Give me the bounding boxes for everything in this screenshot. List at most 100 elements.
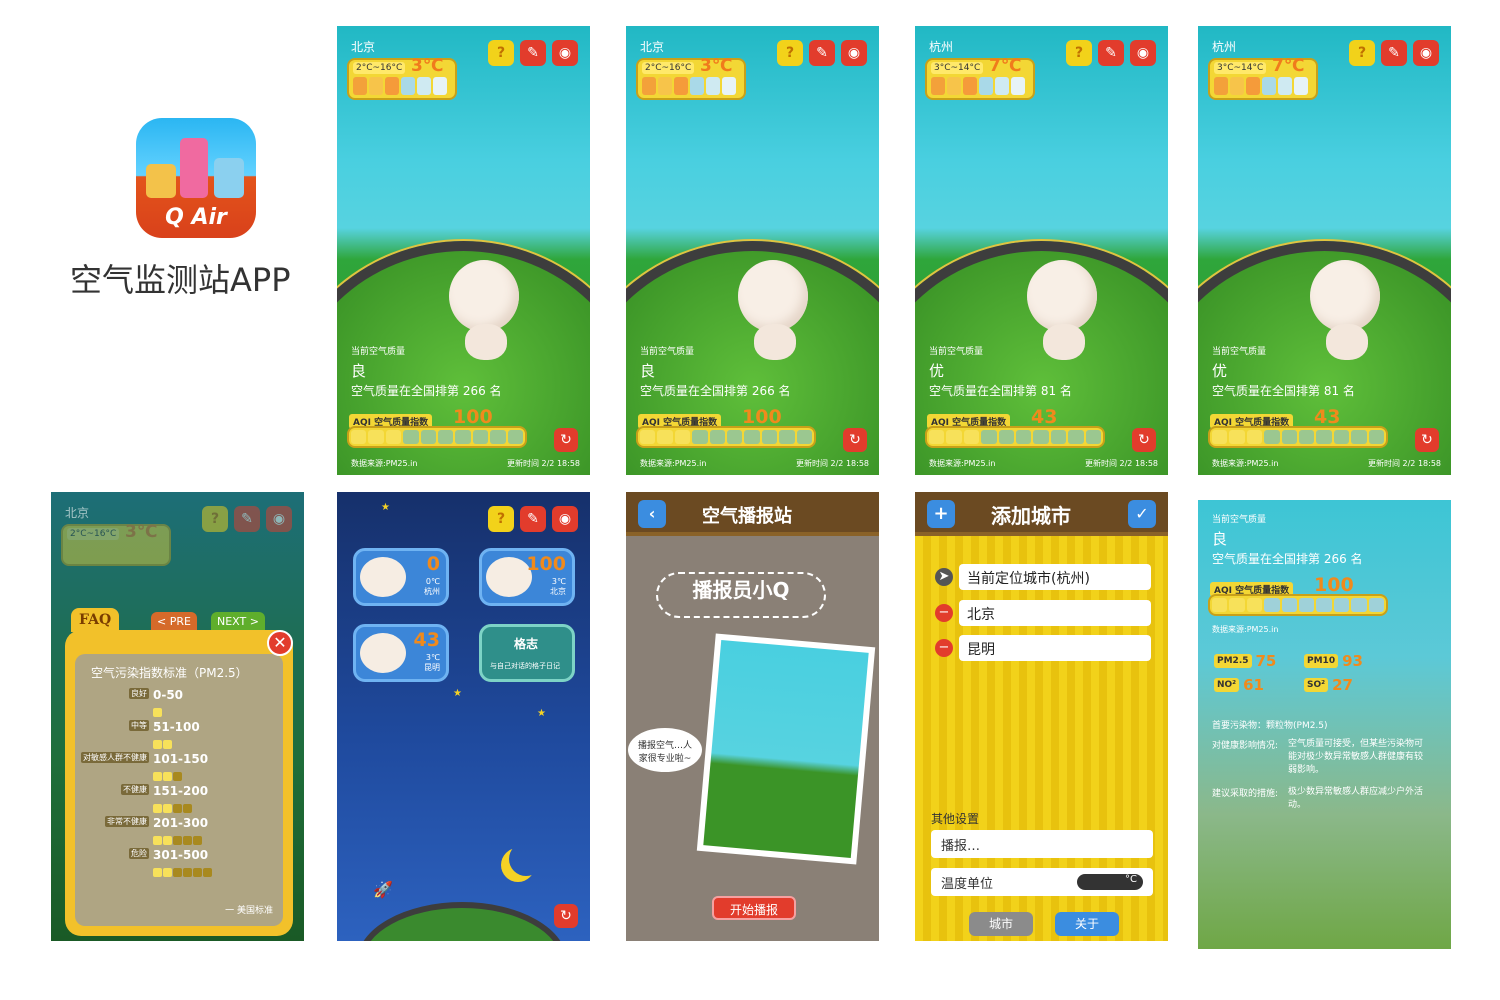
close-icon[interactable]: ✕ [267,630,293,656]
quality-level: 优 [929,362,945,380]
location-icon: ➤ [935,568,953,586]
refresh-button[interactable]: ↻ [843,428,867,452]
share-button[interactable]: ◉ [1413,40,1439,66]
app-logo: Q Air [136,118,256,238]
help-button[interactable]: ? [1349,40,1375,66]
settings-button[interactable]: ✎ [234,506,260,532]
update-time: 更新时间 2/2 18:58 [506,459,580,468]
refresh-button[interactable]: ↻ [554,428,578,452]
broadcast-title: 空气播报站 [702,506,792,527]
temp-panel: 3°C~14°C 7℃ [1208,56,1318,100]
update-time: 更新时间 2/2 18:58 [1367,459,1441,468]
back-button[interactable]: ‹ [638,500,666,528]
settings-button[interactable]: ✎ [520,40,546,66]
aqi-bar: AQI 空气质量指数 100 [347,406,527,452]
remove-icon[interactable]: − [935,604,953,622]
data-source: 数据来源:PM25.in [351,459,418,468]
refresh-button[interactable]: ↻ [554,904,578,928]
aqi-bar: AQI 空气质量指数 100 [636,406,816,452]
pre-tab[interactable]: < PRE [151,612,197,631]
share-button[interactable]: ◉ [552,40,578,66]
quality-rank: 空气质量在全国排第 266 名 [640,384,791,398]
refresh-button[interactable]: ↻ [1132,428,1156,452]
faq-screen: 北京 ? ✎ ◉ 2°C~16°C 3℃ FAQ < PRE NEXT > 空气… [51,492,304,941]
share-button[interactable]: ◉ [1130,40,1156,66]
faq-row: 对敏感人群不健康 101-150 [75,752,208,785]
quality-label: 当前空气质量 [1212,347,1267,357]
faq-footer: 一 美国标准 [225,906,273,916]
ad-card[interactable]: 格志 与自己对话的格子日记 [479,624,575,682]
ad-title: 格志 [514,637,539,651]
moon-icon [509,842,543,876]
help-button[interactable]: ? [777,40,803,66]
settings-button[interactable]: ✎ [1098,40,1124,66]
aqi-bar: AQI 空气质量指数 43 [1208,406,1388,452]
bear-mascot [1027,260,1097,332]
confirm-icon[interactable]: ✓ [1128,500,1156,528]
city-card-kunming[interactable]: 43 3℃ 昆明 [353,624,449,682]
city-grid-screen: ? ✎ ◉ ★ ★ ★ 0 0℃ 杭州 100 3℃ 北京 43 3℃ 昆明 格志 与… [337,492,590,941]
speech-bubble: 播报空气…人家很专业啦~ [628,728,702,772]
star-icon: ★ [381,502,390,513]
add-city-title: 添加城市 [991,504,1071,528]
update-time: 更新时间 2/2 18:58 [795,459,869,468]
temp-current: 3℃ [700,56,733,76]
bear-icon [360,633,406,673]
city-row-beijing[interactable]: − 北京 [929,600,1155,626]
data-source: 数据来源:PM25.in [929,459,996,468]
settings-button[interactable]: ✎ [1381,40,1407,66]
share-button[interactable]: ◉ [266,506,292,532]
faq-row: 非常不健康 201-300 [75,816,208,849]
temp-panel: 2°C~16°C 3℃ [636,56,746,100]
temp-current: 7℃ [989,56,1022,76]
refresh-button[interactable]: ↻ [1415,428,1439,452]
bear-body [465,324,507,360]
city-card-beijing[interactable]: 100 3℃ 北京 [479,548,575,606]
quality-label: 当前空气质量 [929,347,984,357]
advice-label: 建议采取的措施: [1212,789,1279,799]
quality-level: 良 [351,362,367,380]
settings-button[interactable]: ✎ [809,40,835,66]
share-button[interactable]: ◉ [552,506,578,532]
advice-text: 极少数异常敏感人群应减少户外活动。 [1288,787,1424,810]
help-button[interactable]: ? [1066,40,1092,66]
help-button[interactable]: ? [202,506,228,532]
temp-current: 7℃ [1272,56,1305,76]
pm25-value: PM2.5 75 [1214,652,1276,670]
update-time: 更新时间 2/2 18:58 [1084,459,1158,468]
bear-mascot [449,260,519,332]
quality-level: 良 [1212,530,1228,548]
temp-range: 2°C~16°C [353,62,406,74]
help-button[interactable]: ? [488,40,514,66]
mini-globe [357,902,567,941]
announcer-banner: 播报员小Q [656,572,826,618]
primary-pollutant: 首要污染物：颗粒物(PM2.5) [1212,721,1328,731]
help-button[interactable]: ? [488,506,514,532]
quality-label: 当前空气质量 [351,347,406,357]
faq-row: 危险 301-500 [75,848,213,881]
settings-button[interactable]: ✎ [520,506,546,532]
health-text: 空气质量可接受，但某些污染物可能对极少数异常敏感人群健康有较弱影响。 [1288,739,1424,775]
next-tab[interactable]: NEXT > [211,612,265,631]
add-icon[interactable]: + [927,500,955,528]
broadcast-setting[interactable]: 播报… [931,830,1153,858]
tab-about[interactable]: 关于 [1055,912,1119,936]
faq-row: 中等 51-100 [75,720,200,753]
temp-unit-toggle[interactable]: °C [1077,874,1143,890]
bear-mascot [738,260,808,332]
health-label: 对健康影响情况: [1212,741,1279,751]
city-row-current[interactable]: ➤ 当前定位城市(杭州) [929,564,1155,590]
share-button[interactable]: ◉ [841,40,867,66]
bear-body [1326,324,1368,360]
no2-value: NO² 61 [1214,676,1264,694]
temp-current: 3℃ [125,522,158,542]
faq-tab[interactable]: FAQ [71,608,120,632]
city-row-kunming[interactable]: − 昆明 [929,635,1155,661]
faq-row: 不健康 151-200 [75,784,208,817]
city-card-hangzhou[interactable]: 0 0℃ 杭州 [353,548,449,606]
faq-row: 良好 0-50 [75,688,183,721]
tab-city[interactable]: 城市 [969,912,1033,936]
start-broadcast-button[interactable]: 开始播报 [712,896,796,920]
remove-icon[interactable]: − [935,639,953,657]
add-city-screen: + 添加城市 ✓ ➤ 当前定位城市(杭州) − 北京 − 昆明 其他设置 播报…… [915,492,1168,941]
